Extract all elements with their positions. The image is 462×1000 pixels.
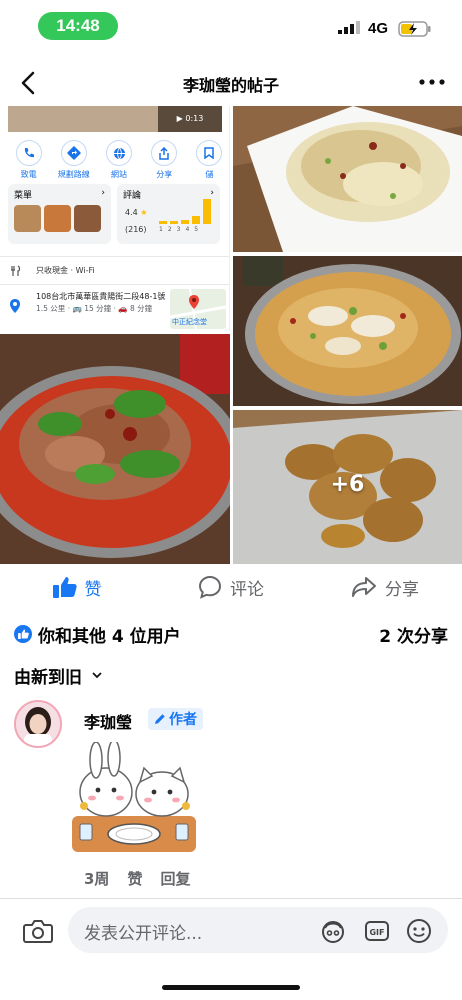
- menu-card: 菜單 ›: [8, 184, 111, 244]
- comment-reply-button[interactable]: 回复: [160, 868, 190, 889]
- comment-input-placeholder: 发表公开评论...: [84, 924, 203, 944]
- action-save: 儲: [187, 140, 229, 180]
- avatar-sticker-icon[interactable]: [320, 918, 346, 944]
- place-actions: 致電 規劃路線 網站 分享 儲: [6, 140, 229, 180]
- photo-map-screenshot[interactable]: ▶ 0:13 致電 規劃路線 網站 分享 儲 菜單 › 評論 › 4.4 ★ (…: [0, 106, 230, 331]
- video-thumbnail: ▶ 0:13: [158, 106, 222, 132]
- location-pin-icon: [10, 299, 20, 313]
- action-directions: 規劃路線: [51, 140, 96, 180]
- photo-spicy-beef-pot[interactable]: [0, 334, 230, 564]
- rating-bar-1: [159, 221, 167, 224]
- signal-icon: [338, 21, 360, 34]
- author-badge: 作者: [148, 708, 203, 730]
- photo-stir-fried-cabbage[interactable]: [233, 106, 462, 252]
- comment-actions: 3周 赞 回复: [84, 868, 190, 889]
- more-options-icon[interactable]: [416, 74, 448, 90]
- action-website: 網站: [96, 140, 141, 180]
- gif-icon[interactable]: GIF: [364, 918, 390, 944]
- photo-fried-chicken[interactable]: +6: [233, 410, 462, 564]
- clock: 14:48: [38, 12, 118, 40]
- map-thumbnail: 中正紀念堂: [169, 288, 227, 330]
- more-photos-count: +6: [330, 472, 365, 497]
- emoji-icon[interactable]: [406, 918, 432, 944]
- rating-summary: 4.4 ★ (216): [125, 208, 148, 234]
- comment-item: 李珈瑩 作者 3周 赞 回复: [14, 700, 448, 895]
- amenities-row: 只收現金 · Wi-Fi: [0, 256, 229, 284]
- bunny-cat-sticker: [72, 742, 196, 852]
- top-nav: 李珈瑩的帖子: [0, 60, 462, 106]
- rating-bar-4: [192, 216, 200, 224]
- action-share: 分享: [142, 140, 187, 180]
- avatar[interactable]: [14, 700, 62, 748]
- menu-thumbnails: [8, 205, 111, 232]
- address-text: 108台北市萬華區貴陽街二段48-1號: [36, 292, 166, 301]
- comment-input[interactable]: 发表公开评论... GIF: [68, 907, 448, 953]
- photo-grid: ▶ 0:13 致電 規劃路線 網站 分享 儲 菜單 › 評論 › 4.4 ★ (…: [0, 106, 462, 564]
- like-reaction-icon: [14, 625, 32, 643]
- status-bar: 14:48 4G: [0, 0, 462, 52]
- camera-icon[interactable]: [22, 917, 54, 945]
- comment-sort-selector[interactable]: 由新到旧: [14, 663, 102, 688]
- svg-text:GIF: GIF: [369, 928, 384, 937]
- address-row: 108台北市萬華區貴陽街二段48-1號 1.5 公里 · 🚌 15 分鐘 · 🚗…: [0, 284, 229, 331]
- rating-histogram: [159, 198, 211, 224]
- thumbs-up-icon: [52, 577, 77, 598]
- rating-bar-2: [170, 221, 178, 224]
- comment-button[interactable]: 评论: [154, 568, 308, 606]
- share-button[interactable]: 分享: [308, 568, 462, 606]
- rating-bar-5: [203, 199, 211, 224]
- network-type: 4G: [368, 20, 389, 37]
- reviews-card: 評論 › 4.4 ★ (216) 12345: [117, 184, 220, 244]
- chevron-right-icon: ›: [101, 188, 105, 198]
- likes-summary[interactable]: 你和其他 4 位用户: [14, 622, 181, 647]
- action-call: 致電: [6, 140, 51, 180]
- comment-like-button[interactable]: 赞: [127, 868, 142, 889]
- pencil-icon: [155, 714, 165, 724]
- shares-count[interactable]: 2 次分享: [379, 622, 448, 647]
- travel-times: 1.5 公里 · 🚌 15 分鐘 · 🚗 8 分鐘: [36, 304, 153, 313]
- comment-age: 3周: [84, 870, 110, 888]
- share-arrow-icon: [352, 577, 376, 597]
- comment-bubble-icon: [198, 575, 222, 599]
- like-button[interactable]: 赞: [0, 568, 154, 606]
- chevron-down-icon: [92, 672, 102, 679]
- phone-icon: [15, 140, 42, 166]
- comment-composer: 发表公开评论... GIF: [0, 898, 462, 1000]
- rating-bar-labels: 12345: [159, 226, 204, 233]
- reaction-bar: 赞 评论 分享: [0, 568, 462, 606]
- share-icon: [151, 140, 178, 166]
- engagement-summary: 你和其他 4 位用户 2 次分享: [14, 620, 448, 648]
- save-icon: [196, 140, 223, 166]
- rating-bar-3: [181, 220, 189, 224]
- battery-icon: [398, 21, 431, 37]
- comment-author[interactable]: 李珈瑩: [84, 709, 132, 733]
- photo-fish-soup[interactable]: [233, 256, 462, 406]
- home-indicator: [162, 985, 300, 990]
- place-photo-strip: ▶ 0:13: [8, 106, 222, 132]
- directions-icon: [60, 140, 87, 166]
- restaurant-icon: [11, 265, 21, 276]
- page-title: 李珈瑩的帖子: [182, 76, 279, 95]
- globe-icon: [106, 140, 132, 166]
